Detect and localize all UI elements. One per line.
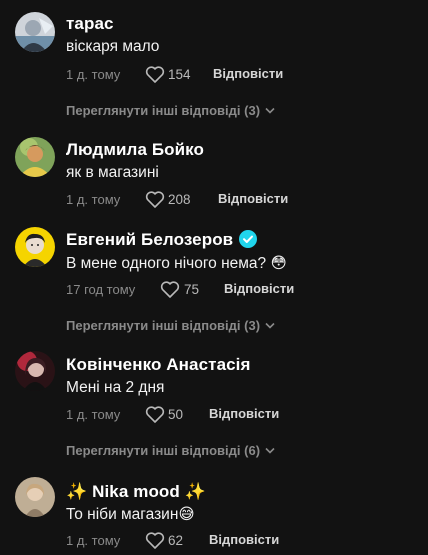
like-count: 75 (184, 282, 200, 297)
comment-author[interactable]: Людмила Бойко (66, 140, 204, 160)
comment-timestamp: 1 д. тому (66, 192, 121, 207)
sparkles-icon: ✨ (184, 482, 207, 501)
comment-text: як в магазині (66, 164, 159, 181)
comment-text: В мене одного нічого нема? 😳 (66, 255, 287, 272)
like-count: 154 (168, 67, 191, 82)
sparkles-icon: ✨ (66, 482, 88, 501)
heart-outline-icon[interactable] (160, 280, 180, 299)
view-more-replies-button[interactable]: Переглянути інші відповіді (3) (66, 102, 275, 118)
chevron-down-icon (265, 442, 275, 457)
chevron-down-icon (265, 317, 275, 332)
like-count: 50 (168, 407, 184, 422)
comment-author[interactable]: Евгений Белозеров (66, 230, 258, 250)
comment-author[interactable]: ✨ Nika mood ✨ (66, 482, 206, 502)
author-name[interactable]: Евгений Белозеров (66, 230, 233, 249)
comment-timestamp: 17 год тому (66, 282, 136, 297)
verified-badge-icon (239, 230, 258, 248)
comment-author[interactable]: Ковінченко Анастасія (66, 355, 251, 375)
comment-text: віскаря мало (66, 38, 160, 55)
view-replies-label: Переглянути інші відповіді (3) (66, 318, 261, 333)
reply-button[interactable]: Відповісти (213, 66, 283, 81)
comment-timestamp: 1 д. тому (66, 67, 121, 82)
heart-outline-icon[interactable] (145, 190, 165, 209)
reply-button[interactable]: Відповісти (209, 406, 279, 421)
heart-outline-icon[interactable] (145, 531, 165, 550)
comment-text: Мені на 2 дня (66, 379, 165, 396)
reply-button[interactable]: Відповісти (218, 191, 288, 206)
avatar[interactable] (15, 137, 55, 177)
author-name[interactable]: Nika mood (87, 482, 184, 501)
avatar[interactable] (15, 12, 55, 52)
chevron-down-icon (265, 102, 275, 117)
view-replies-label: Переглянути інші відповіді (6) (66, 443, 261, 458)
reply-button[interactable]: Відповісти (224, 281, 294, 296)
view-replies-label: Переглянути інші відповіді (3) (66, 103, 261, 118)
comment-timestamp: 1 д. тому (66, 533, 121, 548)
reply-button[interactable]: Відповісти (209, 532, 279, 547)
heart-outline-icon[interactable] (145, 405, 165, 424)
like-count: 62 (168, 533, 184, 548)
comment-author[interactable]: тарас (66, 14, 114, 34)
avatar[interactable] (15, 227, 55, 267)
view-more-replies-button[interactable]: Переглянути інші відповіді (3) (66, 317, 275, 333)
avatar[interactable] (15, 351, 55, 391)
comment-text: То ніби магазин😅 (66, 506, 195, 523)
comment-timestamp: 1 д. тому (66, 407, 121, 422)
avatar[interactable] (15, 477, 55, 517)
view-more-replies-button[interactable]: Переглянути інші відповіді (6) (66, 442, 275, 458)
like-count: 208 (168, 192, 191, 207)
heart-outline-icon[interactable] (145, 65, 165, 84)
